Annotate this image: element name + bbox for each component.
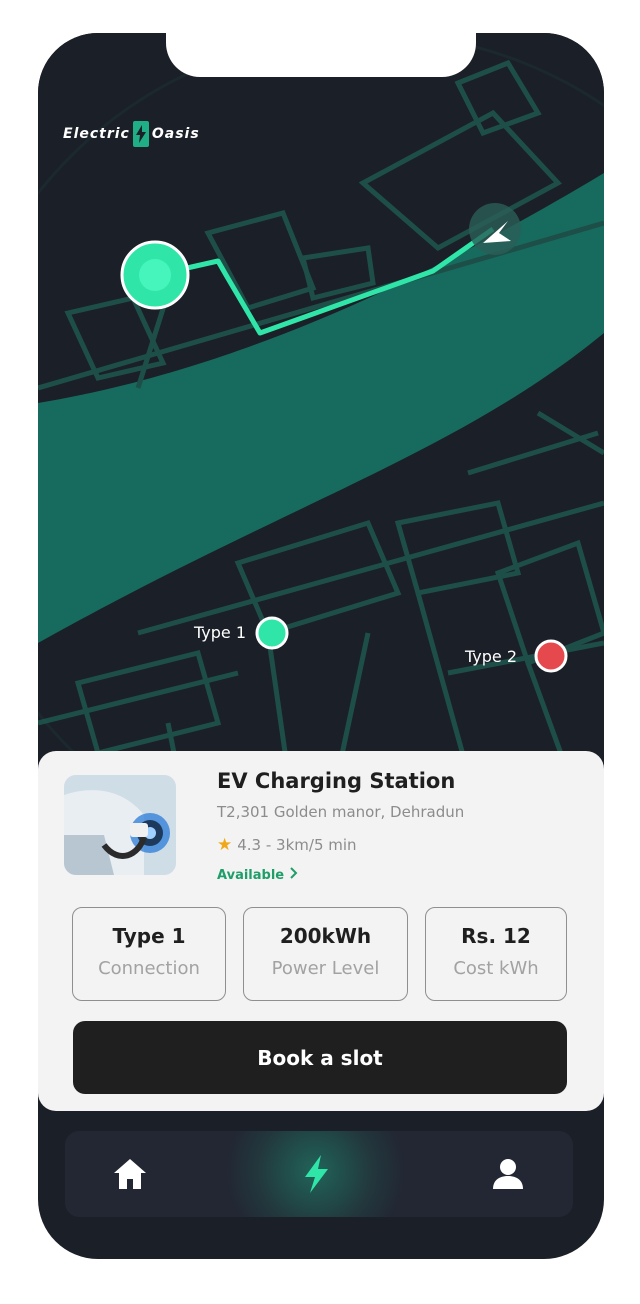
station-rating: ★ 4.3 - 3km/5 min — [217, 835, 357, 855]
map-pin-type-1[interactable] — [255, 616, 289, 650]
home-icon — [114, 1159, 146, 1189]
spec-label: Connection — [98, 958, 200, 979]
pin-label-type-2: Type 2 — [465, 647, 518, 666]
station-name: EV Charging Station — [217, 769, 456, 793]
map-pin-type-2[interactable] — [534, 639, 568, 673]
chevron-right-icon — [290, 867, 298, 883]
availability-status: Available — [217, 867, 285, 883]
star-icon: ★ — [217, 835, 233, 855]
profile-icon — [493, 1159, 523, 1189]
nav-home-button[interactable] — [105, 1149, 155, 1199]
station-card: EV Charging Station T2,301 Golden manor,… — [38, 751, 604, 1111]
logo-text-left: Electric — [63, 126, 130, 142]
spec-label: Cost kWh — [453, 958, 539, 979]
phone-notch — [166, 33, 476, 77]
lightning-icon — [305, 1155, 328, 1193]
spec-value: 200kWh — [279, 924, 372, 948]
nav-profile-button[interactable] — [483, 1149, 533, 1199]
spec-power-level: 200kWh Power Level — [243, 907, 408, 1001]
spec-label: Power Level — [271, 958, 380, 979]
station-address: T2,301 Golden manor, Dehradun — [217, 803, 465, 821]
availability-link[interactable]: Available — [217, 867, 298, 883]
logo-text-right: Oasis — [151, 126, 200, 142]
pin-label-type-1: Type 1 — [194, 623, 247, 642]
bolt-logo-icon — [132, 121, 149, 147]
nav-charging-button[interactable] — [291, 1149, 341, 1199]
rating-text: 4.3 - 3km/5 min — [237, 836, 357, 854]
spec-connection: Type 1 Connection — [72, 907, 226, 1001]
app-logo: Electric Oasis — [63, 121, 200, 147]
station-image — [64, 775, 176, 875]
book-slot-button[interactable]: Book a slot — [73, 1021, 567, 1094]
spec-value: Rs. 12 — [461, 924, 531, 948]
spec-cost: Rs. 12 Cost kWh — [425, 907, 567, 1001]
spec-value: Type 1 — [112, 924, 186, 948]
bottom-nav — [65, 1131, 573, 1217]
phone-frame: Electric Oasis Type 1 Type 2 EV Charging… — [38, 33, 604, 1259]
